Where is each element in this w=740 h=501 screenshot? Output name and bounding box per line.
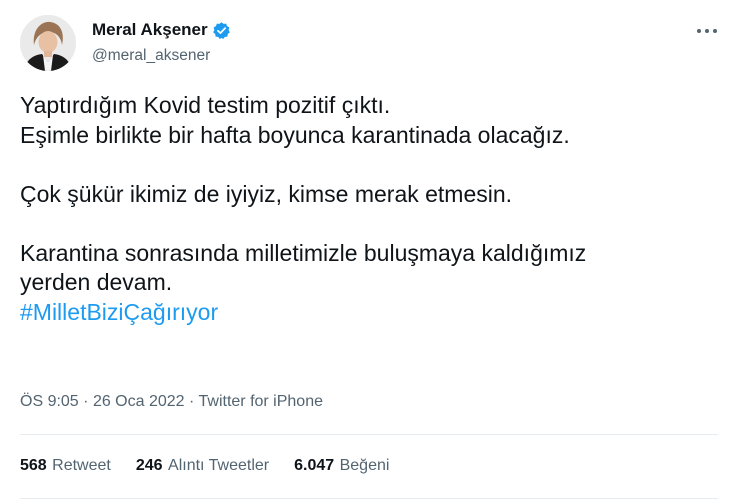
user-handle[interactable]: @meral_aksener (92, 47, 210, 65)
quote-label: Alıntı Tweetler (168, 457, 270, 474)
quote-count: 246 (135, 457, 163, 474)
tweet-stats: 568 Retweet 246 Alıntı Tweetler 6.047 Be… (20, 457, 414, 475)
tweet-line: Yaptırdığım Kovid testim pozitif çıktı. (20, 92, 391, 118)
tweet-card: Meral Akşener @meral_aksener Yaptırdığım… (0, 0, 740, 501)
verified-badge-icon (212, 21, 231, 40)
tweet-time[interactable]: ÖS 9:05 (20, 393, 79, 410)
hashtag-link[interactable]: #MilletBiziÇağırıyor (20, 299, 218, 325)
avatar[interactable] (20, 15, 76, 71)
divider (20, 498, 718, 499)
avatar-portrait-image (20, 15, 76, 71)
quote-count-link[interactable]: 246 Alıntı Tweetler (136, 457, 269, 475)
like-count: 6.047 (294, 457, 335, 474)
meta-separator: · (83, 393, 89, 410)
retweet-count: 568 (20, 457, 47, 474)
display-name-text: Meral Akşener (92, 20, 208, 39)
tweet-line: yerden devam. (20, 269, 173, 295)
divider (20, 434, 718, 435)
tweet-text: Yaptırdığım Kovid testim pozitif çıktı. … (20, 91, 732, 327)
more-options-button[interactable] (693, 20, 721, 42)
tweet-line: Çok şükür ikimiz de iyiyiz, kimse merak … (20, 180, 513, 207)
tweet-date[interactable]: 26 Oca 2022 (93, 393, 185, 410)
meta-separator: · (189, 393, 195, 410)
ellipsis-icon (697, 29, 717, 33)
retweet-label: Retweet (52, 457, 111, 474)
display-name[interactable]: Meral Akşener (92, 20, 231, 40)
retweet-count-link[interactable]: 568 Retweet (20, 457, 111, 475)
tweet-meta: ÖS 9:05 · 26 Oca 2022 · Twitter for iPho… (20, 393, 323, 411)
tweet-line: Karantina sonrasında milletimizle buluşm… (20, 239, 587, 266)
like-count-link[interactable]: 6.047 Beğeni (294, 457, 389, 475)
like-label: Beğeni (339, 457, 390, 474)
tweet-line: Eşimle birlikte bir hafta boyunca karant… (20, 121, 570, 148)
tweet-source[interactable]: Twitter for iPhone (199, 393, 324, 410)
